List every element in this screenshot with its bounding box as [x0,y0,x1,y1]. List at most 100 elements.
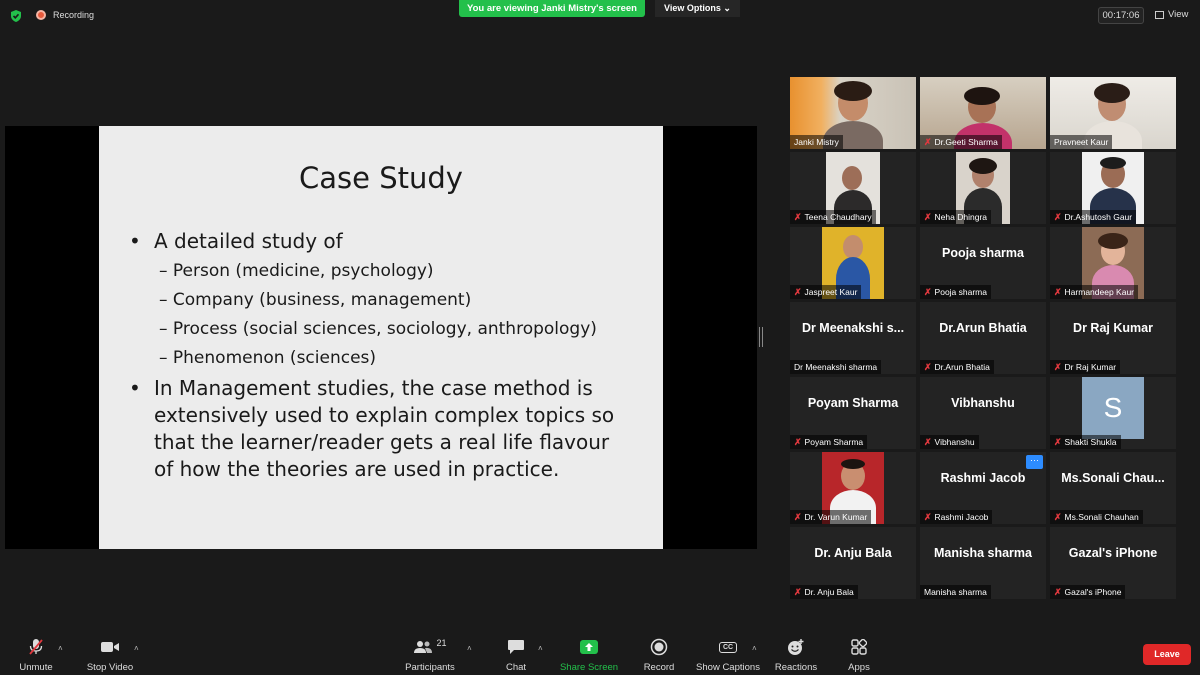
video-tile[interactable]: Pooja sharma ✗ Pooja sharma [920,227,1046,299]
muted-mic-icon: ✗ [794,287,802,297]
participant-name-label: Janki Mistry [790,135,843,149]
video-tile[interactable]: ✗ Neha Dhingra [920,152,1046,224]
unmute-button[interactable]: Unmute [14,638,58,673]
participants-count: 21 [436,638,447,648]
participant-gallery: Janki Mistry ✗ Dr.Geeti Sharma Pravneet … [790,77,1176,600]
apps-button[interactable]: Apps [842,638,876,673]
muted-mic-icon: ✗ [924,437,932,447]
participant-name-label: ✗ Pooja sharma [920,285,991,299]
video-tile[interactable]: Poyam Sharma ✗ Poyam Sharma [790,377,916,449]
share-screen-label: Share Screen [559,662,619,673]
chevron-up-icon[interactable]: ˄ [58,644,63,653]
video-tile[interactable]: Dr. Anju Bala ✗ Dr. Anju Bala [790,527,916,599]
video-tile[interactable]: Janki Mistry [790,77,916,149]
chat-label: Chat [505,662,527,673]
participant-name-label: ✗ Rashmi Jacob [920,510,993,524]
chat-icon [496,638,536,656]
muted-mic-icon: ✗ [794,512,802,522]
unmute-label: Unmute [19,662,53,673]
video-tile[interactable]: ✗ Dr. Varun Kumar [790,452,916,524]
video-tile[interactable]: Vibhanshu ✗ Vibhanshu [920,377,1046,449]
video-tile[interactable]: Dr Meenakshi s... Dr Meenakshi sharma [790,302,916,374]
muted-mic-icon [14,638,58,656]
bullet-1-text: A detailed study of [154,229,343,253]
participant-display-name: Gazal's iPhone [1068,546,1158,560]
meeting-timer: 00:17:06 [1098,7,1144,24]
more-options-icon[interactable]: ··· [1026,455,1043,469]
muted-mic-icon: ✗ [924,362,932,372]
slide-subitem: – Process (social sciences, sociology, a… [159,319,597,339]
panel-resize-handle[interactable] [759,327,763,347]
slide-bullet-2-marker: • [129,376,141,400]
participants-button[interactable]: 21 Participants [400,638,460,673]
muted-mic-icon: ✗ [1054,212,1062,222]
muted-mic-icon: ✗ [794,587,802,597]
recording-label: Recording [53,10,95,20]
video-tile[interactable]: Pravneet Kaur [1050,77,1176,149]
video-tile[interactable]: ✗ Dr.Ashutosh Gaur [1050,152,1176,224]
participant-name-label: ✗ Dr. Varun Kumar [790,510,872,524]
video-tile[interactable]: ✗ Teena Chaudhary [790,152,916,224]
chevron-up-icon[interactable]: ˄ [538,644,543,653]
video-tile[interactable]: ✗ Jaspreet Kaur [790,227,916,299]
chevron-up-icon[interactable]: ˄ [134,644,139,653]
grid-view-icon [1155,10,1164,19]
participant-name-label: ✗ Gazal's iPhone [1050,585,1126,599]
video-tile[interactable]: ✗ Dr.Geeti Sharma [920,77,1046,149]
participant-display-name: Manisha sharma [934,546,1032,560]
participant-name-label: ✗ Dr.Geeti Sharma [920,135,1002,149]
participant-name-label: ✗ Neha Dhingra [920,210,991,224]
video-tile[interactable]: Manisha sharma Manisha sharma [920,527,1046,599]
participant-name-label: ✗ Dr Raj Kumar [1050,360,1121,374]
muted-mic-icon: ✗ [924,137,932,147]
chevron-up-icon[interactable]: ˄ [467,644,472,653]
apps-label: Apps [848,662,870,673]
participant-display-name: Dr Raj Kumar [1073,321,1153,335]
share-screen-button[interactable]: Share Screen [558,638,620,673]
meeting-toolbar: Unmute ˄ Stop Video ˄ 21 Participants ˄ … [0,630,1200,675]
slide-subitem: – Phenomenon (sciences) [159,348,377,368]
view-button[interactable]: View [1155,9,1188,20]
slide-subitem: – Person (medicine, psychology) [159,261,434,281]
video-tile[interactable]: Ms.Sonali Chau... ✗ Ms.Sonali Chauhan [1050,452,1176,524]
participant-display-name: Ms.Sonali Chau... [1061,471,1165,485]
shield-icon[interactable] [9,9,23,23]
reactions-button[interactable]: Reactions [772,638,820,673]
muted-mic-icon: ✗ [1054,437,1062,447]
participant-name-label: ✗ Vibhanshu [920,435,979,449]
participant-name-label: Dr Meenakshi sharma [790,360,882,374]
participant-name-label: ✗ Jaspreet Kaur [790,285,862,299]
chat-button[interactable]: Chat [496,638,536,673]
chevron-up-icon[interactable]: ˄ [752,644,757,653]
muted-mic-icon: ✗ [1054,287,1062,297]
video-tile[interactable]: Dr Raj Kumar ✗ Dr Raj Kumar [1050,302,1176,374]
muted-mic-icon: ✗ [924,287,932,297]
participant-display-name: Dr.Arun Bhatia [939,321,1027,335]
leave-button[interactable]: Leave [1143,644,1191,665]
stop-video-button[interactable]: Stop Video [82,638,138,673]
participant-name-label: Pravneet Kaur [1050,135,1113,149]
viewing-banner: You are viewing Janki Mistry's screen [459,0,645,17]
video-tile[interactable]: Dr.Arun Bhatia ✗ Dr.Arun Bhatia [920,302,1046,374]
record-button[interactable]: Record [638,638,680,673]
participant-display-name: Vibhanshu [951,396,1015,410]
presentation-slide: Case Study • A detailed study of – Perso… [99,126,663,549]
view-options-button[interactable]: View Options ⌄ [655,0,740,17]
participant-display-name: Poyam Sharma [807,396,899,410]
video-tile[interactable]: ✗ Harmandeep Kaur [1050,227,1176,299]
participant-display-name: Dr Meenakshi s... [801,321,905,335]
reactions-label: Reactions [774,662,818,673]
participants-label: Participants [405,662,455,673]
participant-display-name: Pooja sharma [942,246,1024,260]
slide-title: Case Study [299,161,463,195]
video-tile[interactable]: Gazal's iPhone ✗ Gazal's iPhone [1050,527,1176,599]
muted-mic-icon: ✗ [924,512,932,522]
participant-name-label: ✗ Shakti Shukla [1050,435,1121,449]
participant-name-label: ✗ Dr.Arun Bhatia [920,360,994,374]
muted-mic-icon: ✗ [794,212,802,222]
participant-name-label: ✗ Ms.Sonali Chauhan [1050,510,1143,524]
recording-indicator[interactable]: Recording [36,10,94,20]
video-tile[interactable]: S ✗ Shakti Shukla [1050,377,1176,449]
participant-name-label: ✗ Dr. Anju Bala [790,585,858,599]
recording-icon [36,10,46,20]
